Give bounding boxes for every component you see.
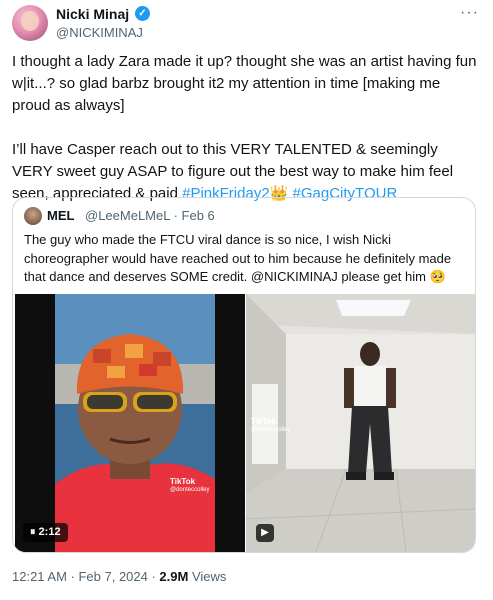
tiktok-user: @donteccolley	[170, 487, 210, 493]
tiktok-label: TikTok	[170, 477, 196, 486]
video-1-duration[interactable]: ⏸ 2:12	[23, 523, 68, 542]
video-1-image	[15, 294, 245, 552]
video-thumbnail-2[interactable]: TikTok @donteccolley ▶	[246, 294, 475, 552]
tweet-metadata: 12:21 AM · Feb 7, 2024 · 2.9M Views	[12, 569, 226, 584]
tiktok-label: TikTok	[251, 417, 277, 426]
quoted-tweet[interactable]: MEL @LeeMeLMeL · Feb 6 The guy who made …	[12, 197, 476, 553]
avatar[interactable]	[12, 5, 48, 41]
tiktok-user: @donteccolley	[251, 427, 291, 433]
view-count: 2.9M	[159, 569, 189, 584]
views-label: Views	[188, 569, 227, 584]
quoted-handle-date: @LeeMeLMeL · Feb 6	[85, 208, 215, 223]
tweet-paragraph-1: I thought a lady Zara made it up? though…	[12, 53, 481, 114]
author-name[interactable]: Nicki Minaj	[56, 6, 129, 22]
quoted-text: The guy who made the FTCU viral dance is…	[24, 232, 452, 284]
play-icon[interactable]: ▶	[256, 524, 274, 542]
tiktok-watermark-1: TikTok @donteccolley	[170, 477, 209, 495]
tweet: Nicki Minaj ✓ @NICKIMINAJ ··· I thought …	[0, 0, 493, 600]
tiktok-watermark-2: TikTok @donteccolley	[251, 417, 290, 435]
verified-badge-icon: ✓	[135, 6, 150, 21]
quoted-author-name: MEL	[47, 208, 75, 223]
tweet-text: I thought a lady Zara made it up? though…	[12, 51, 482, 205]
quoted-avatar	[24, 207, 42, 225]
more-options-icon[interactable]: ···	[460, 4, 479, 22]
timestamp[interactable]: 12:21 AM · Feb 7, 2024 ·	[12, 569, 159, 584]
video-thumbnail-1[interactable]: TikTok @donteccolley ⏸ 2:12	[15, 294, 245, 552]
author-handle[interactable]: @NICKIMINAJ	[56, 25, 143, 40]
